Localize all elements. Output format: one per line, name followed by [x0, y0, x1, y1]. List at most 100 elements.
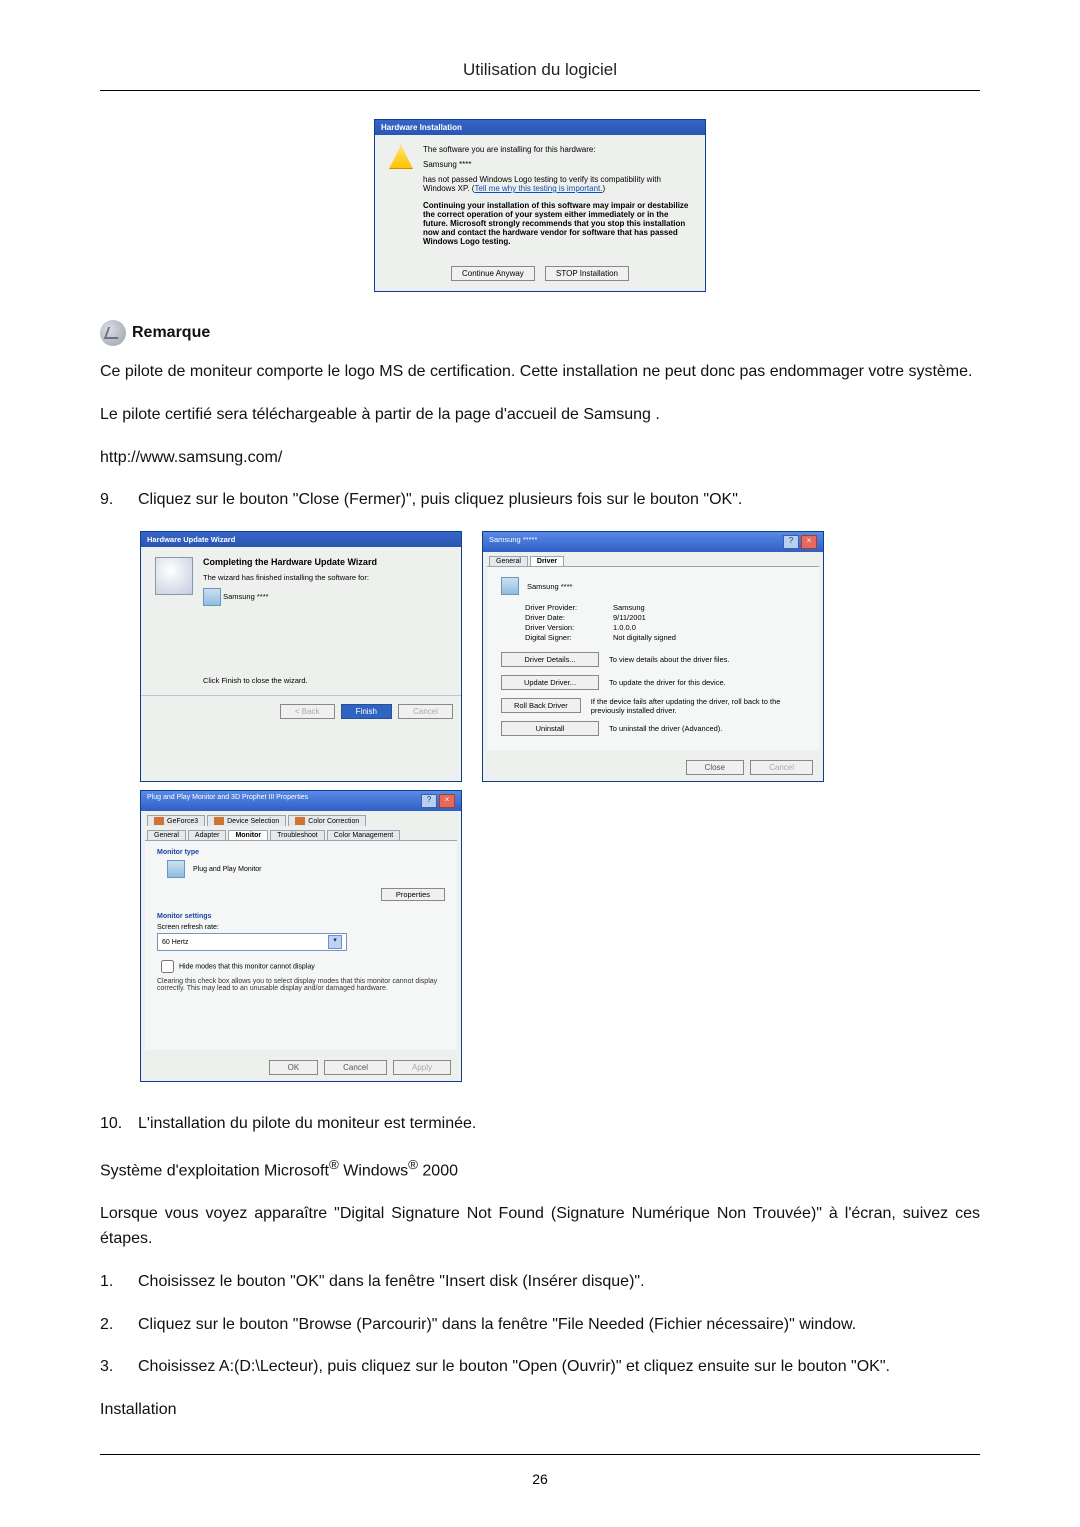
tab-monitor[interactable]: Monitor [228, 830, 268, 840]
tab-label: Device Selection [227, 818, 279, 825]
list-item-9: 9. Cliquez sur le bouton "Close (Fermer)… [100, 488, 980, 513]
button-description: To uninstall the driver (Advanced). [609, 724, 722, 733]
plugprop-title: Plug and Play Monitor and 3D Prophet III… [147, 794, 308, 808]
value: Samsung [613, 603, 645, 612]
paragraph-installation: Installation [100, 1398, 980, 1423]
screenshot-hardware-installation: Hardware Installation The software you a… [100, 119, 980, 292]
text-part: 2000 [418, 1162, 458, 1179]
list-item-2: 2. Cliquez sur le bouton "Browse (Parcou… [100, 1313, 980, 1338]
properties-button[interactable]: Properties [381, 888, 445, 901]
apply-button[interactable]: Apply [393, 1060, 451, 1075]
tab-label: Color Correction [308, 818, 359, 825]
refresh-rate-label: Screen refresh rate: [157, 924, 445, 931]
paragraph: Le pilote certifié sera téléchargeable à… [100, 403, 980, 428]
text-part: Système d'exploitation Microsoft [100, 1162, 329, 1179]
list-content: L'installation du pilote du moniteur est… [138, 1112, 980, 1137]
note-icon [100, 320, 126, 346]
document-page: Utilisation du logiciel Hardware Install… [0, 0, 1080, 1527]
list-item-10: 10. L'installation du pilote du moniteur… [100, 1112, 980, 1137]
section-monitor-settings: Monitor settings [157, 913, 445, 920]
label: Driver Version: [525, 623, 605, 632]
select-value: 60 Hertz [162, 939, 188, 946]
label: Driver Date: [525, 613, 605, 622]
tab-geforce3[interactable]: GeForce3 [147, 815, 205, 826]
nvidia-icon [154, 817, 164, 825]
finish-button[interactable]: Finish [341, 704, 392, 719]
rollback-driver-button[interactable]: Roll Back Driver [501, 698, 581, 713]
dialog-hardware-installation: Hardware Installation The software you a… [374, 119, 706, 292]
value: Not digitally signed [613, 633, 676, 642]
dialog-compat: has not passed Windows Logo testing to v… [423, 175, 691, 193]
dialog-device: Samsung **** [423, 160, 691, 169]
wizard-text: The wizard has finished installing the s… [203, 573, 447, 582]
uninstall-button[interactable]: Uninstall [501, 721, 599, 736]
tab-label: GeForce3 [167, 818, 198, 825]
screenshot-plug-and-play-properties: Plug and Play Monitor and 3D Prophet III… [140, 790, 980, 1082]
wizard-title: Hardware Update Wizard [141, 532, 461, 547]
tab-troubleshoot[interactable]: Troubleshoot [270, 830, 325, 840]
dialog-text-part: ) [602, 184, 605, 193]
cancel-button[interactable]: Cancel [324, 1060, 387, 1075]
list-item-1: 1. Choisissez le bouton "OK" dans la fen… [100, 1270, 980, 1295]
nvidia-icon [214, 817, 224, 825]
button-description: If the device fails after updating the d… [591, 697, 805, 715]
hide-modes-description: Clearing this check box allows you to se… [157, 978, 445, 992]
tab-driver[interactable]: Driver [530, 556, 564, 566]
continue-anyway-button[interactable]: Continue Anyway [451, 266, 535, 281]
tab-general[interactable]: General [147, 830, 186, 840]
monitor-icon [167, 860, 185, 878]
cancel-button[interactable]: Cancel [398, 704, 453, 719]
tab-color-correction[interactable]: Color Correction [288, 815, 366, 826]
tab-device-selection[interactable]: Device Selection [207, 815, 286, 826]
remarque-heading: Remarque [100, 320, 980, 346]
header-rule [100, 90, 980, 91]
ok-button[interactable]: OK [269, 1060, 319, 1075]
remarque-label: Remarque [132, 324, 210, 342]
close-button[interactable]: Close [686, 760, 744, 775]
chevron-down-icon: ▾ [328, 935, 342, 949]
close-icon[interactable]: × [439, 794, 455, 808]
cancel-button[interactable]: Cancel [750, 760, 813, 775]
wizard-heading: Completing the Hardware Update Wizard [203, 557, 447, 567]
hide-modes-checkbox[interactable] [161, 960, 174, 973]
driver-details-button[interactable]: Driver Details... [501, 652, 599, 667]
registered-symbol: ® [408, 1157, 418, 1172]
update-driver-button[interactable]: Update Driver... [501, 675, 599, 690]
stop-installation-button[interactable]: STOP Installation [545, 266, 629, 281]
list-number: 2. [100, 1313, 120, 1338]
button-description: To update the driver for this device. [609, 678, 726, 687]
button-description: To view details about the driver files. [609, 655, 729, 664]
tab-general[interactable]: General [489, 556, 528, 566]
back-button[interactable]: < Back [280, 704, 335, 719]
paragraph: Lorsque vous voyez apparaître "Digital S… [100, 1202, 980, 1252]
prop-window-title: Samsung ***** [489, 535, 537, 549]
prop-device: Samsung **** [527, 582, 572, 591]
hide-modes-label: Hide modes that this monitor cannot disp… [179, 964, 315, 971]
wizard-device-icon [155, 557, 193, 595]
close-icon[interactable]: × [801, 535, 817, 549]
label: Digital Signer: [525, 633, 605, 642]
help-icon[interactable]: ? [783, 535, 799, 549]
page-header-title: Utilisation du logiciel [100, 60, 980, 80]
monitor-icon [203, 588, 221, 606]
screenshot-row: Hardware Update Wizard Completing the Ha… [140, 531, 980, 782]
monitor-name: Plug and Play Monitor [193, 866, 261, 873]
dialog-title: Hardware Installation [375, 120, 705, 135]
dialog-warning-bold: Continuing your installation of this sof… [423, 201, 691, 246]
nvidia-icon [295, 817, 305, 825]
screenshot-update-wizard: Hardware Update Wizard Completing the Ha… [140, 531, 462, 782]
paragraph: Ce pilote de moniteur comporte le logo M… [100, 360, 980, 385]
list-number: 3. [100, 1355, 120, 1380]
warning-icon [389, 145, 413, 169]
refresh-rate-select[interactable]: 60 Hertz ▾ [157, 933, 347, 951]
tab-adapter[interactable]: Adapter [188, 830, 227, 840]
section-monitor-type: Monitor type [157, 849, 445, 856]
list-content: Choisissez A:(D:\Lecteur), puis cliquez … [138, 1355, 980, 1380]
page-number: 26 [0, 1471, 1080, 1487]
monitor-icon [501, 577, 519, 595]
help-icon[interactable]: ? [421, 794, 437, 808]
dialog-link[interactable]: Tell me why this testing is important. [474, 184, 602, 193]
tab-color-management[interactable]: Color Management [327, 830, 401, 840]
registered-symbol: ® [329, 1157, 339, 1172]
list-number: 9. [100, 488, 120, 513]
